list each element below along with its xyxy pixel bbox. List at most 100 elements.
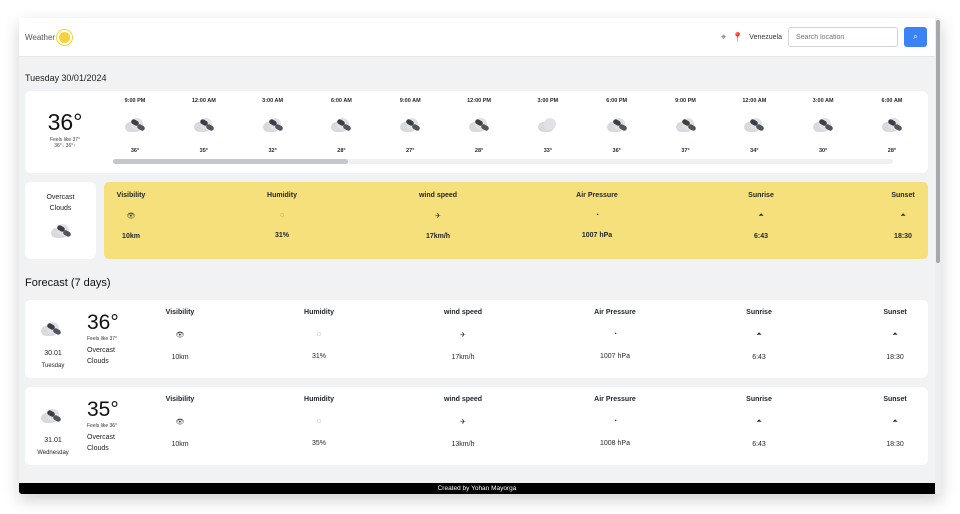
- forecast-date: 30.01: [44, 350, 62, 357]
- hourly-time: 12:00 AM: [191, 98, 216, 104]
- gauge-icon: ◔: [594, 212, 600, 219]
- hourly-scrollbar-thumb[interactable]: [113, 159, 348, 164]
- detail-label: Sunrise: [746, 396, 772, 403]
- forecast-detail-pressure: Air Pressure ◔ 1007 hPa: [585, 300, 645, 378]
- page-scrollbar-thumb[interactable]: [936, 20, 940, 263]
- hourly-scrollbar[interactable]: [113, 159, 893, 164]
- hourly-time: 6:00 AM: [330, 98, 352, 104]
- forecast-detail-visibility: Visibility 👁 10km: [165, 300, 195, 378]
- gauge-icon: ◔: [612, 418, 618, 425]
- cloud-icon: [398, 116, 422, 134]
- detail-label: Air Pressure: [594, 396, 636, 403]
- detail-value: 1007 hPa: [581, 232, 613, 239]
- hourly-time: 9:00 PM: [124, 98, 146, 104]
- forecast-condition-line1: Overcast: [87, 434, 116, 441]
- detail-value: 17km/h: [425, 233, 451, 240]
- cloud-icon: [811, 116, 835, 134]
- forecast-detail-wind: wind speed ✈ 13km/h: [433, 387, 493, 465]
- sunrise-icon: ⏶: [756, 418, 762, 425]
- forecast-heading: Forecast (7 days): [25, 277, 111, 289]
- detail-wind: wind speed ✈ 17km/h: [408, 182, 468, 259]
- crosshair-icon[interactable]: ⌖: [721, 32, 726, 43]
- forecast-condition-line2: Clouds: [87, 358, 109, 365]
- forecast-condition-line2: Clouds: [87, 445, 109, 452]
- detail-value: 6:43: [752, 354, 766, 361]
- hourly-temp: 30°: [818, 148, 828, 154]
- detail-sunrise: Sunrise ⏶ 6:43: [741, 182, 781, 259]
- search-input[interactable]: [788, 27, 898, 47]
- cloud-icon: [39, 407, 63, 425]
- cloud-icon: [329, 116, 353, 134]
- app-window: Weather ⌖ 📍 Venezuela ⌕ Tuesday 30/01/20…: [19, 18, 941, 494]
- hourly-card: 36° Feels like 37° 36°↓ 36°↑ 9:00 PM 36° 1…: [25, 91, 928, 173]
- detail-value: 1008 hPa: [600, 440, 630, 447]
- page-scrollbar[interactable]: [935, 18, 941, 494]
- brand[interactable]: Weather: [25, 32, 71, 43]
- wind-icon: ✈: [460, 332, 466, 339]
- detail-value: 1007 hPa: [600, 353, 630, 360]
- cloud-icon: [536, 116, 560, 134]
- hourly-time: 9:00 AM: [399, 98, 421, 104]
- sunset-icon: ⏶: [892, 418, 898, 425]
- sun-icon: [59, 32, 71, 43]
- hourly-time: 3:00 AM: [812, 98, 834, 104]
- gauge-icon: ◔: [612, 331, 618, 338]
- hourly-time: 6:00 PM: [606, 98, 628, 104]
- forecast-condition: Overcast Clouds: [87, 345, 115, 367]
- search-icon: ⌕: [913, 32, 918, 41]
- cloud-icon: [674, 116, 698, 134]
- hourly-time: 6:00 AM: [881, 98, 903, 104]
- detail-label: Visibility: [165, 396, 195, 403]
- current-date: Tuesday 30/01/2024: [25, 73, 106, 83]
- detail-value: 10km: [171, 441, 189, 448]
- forecast-detail-wind: wind speed ✈ 17km/h: [433, 300, 493, 378]
- current-range: 36°↓ 36°↑: [54, 143, 76, 149]
- eye-icon: 👁: [175, 419, 185, 426]
- droplet-icon: ◌: [316, 418, 322, 425]
- details-panel: Visibility 👁 10km Humidity ◌ 31% wind sp…: [104, 182, 928, 259]
- hourly-temp: 37°: [681, 148, 690, 154]
- detail-label: wind speed: [418, 192, 458, 199]
- detail-label: Humidity: [304, 396, 334, 403]
- forecast-condition: Overcast Clouds: [87, 432, 115, 454]
- droplet-icon: ◌: [279, 212, 285, 219]
- detail-pressure: Air Pressure ◔ 1007 hPa: [567, 182, 627, 259]
- hourly-temp: 28°: [474, 148, 484, 154]
- cloud-icon: [880, 116, 904, 134]
- forecast-row[interactable]: 31.01 Wednesday 35° Feels like 36° Overcast C…: [25, 387, 928, 465]
- hourly-temp: 36°: [612, 148, 621, 154]
- forecast-feels-like: Feels like 37°: [87, 336, 118, 342]
- current-date-value: 30/01/2024: [61, 73, 107, 83]
- detail-value: 18:30: [886, 441, 904, 448]
- forecast-day: Wednesday: [37, 450, 69, 456]
- current-country: Venezuela: [749, 33, 782, 41]
- forecast-temp: 35°: [87, 398, 119, 421]
- hourly-temp: 28°: [887, 148, 897, 154]
- wind-icon: ✈: [435, 213, 441, 220]
- detail-value: 35%: [311, 440, 326, 447]
- forecast-feels-like: Feels like 36°: [87, 423, 118, 429]
- sunrise-icon: ⏶: [756, 331, 762, 338]
- hourly-temp: 32°: [268, 148, 277, 154]
- brand-name: Weather: [25, 33, 56, 42]
- cloud-icon: [467, 116, 491, 134]
- sunrise-icon: ⏶: [758, 212, 764, 219]
- eye-icon: 👁: [175, 332, 185, 339]
- forecast-detail-visibility: Visibility 👁 10km: [165, 387, 195, 465]
- current-weather: 36° Feels like 37° 36°↓ 36°↑: [25, 109, 105, 149]
- detail-label: wind speed: [443, 396, 483, 403]
- detail-label: Sunset: [883, 309, 907, 316]
- detail-label: Visibility: [116, 192, 146, 199]
- forecast-row[interactable]: 30.01 Tuesday 36° Feels like 37° Overcast Clo…: [25, 300, 928, 378]
- sunset-icon: ⏶: [892, 331, 898, 338]
- condition-line2: Clouds: [49, 205, 72, 212]
- detail-label: Air Pressure: [594, 309, 636, 316]
- search-button[interactable]: ⌕: [904, 27, 927, 47]
- forecast-date: 31.01: [44, 437, 62, 444]
- hourly-temp: 36°: [130, 148, 140, 154]
- forecast-day: Tuesday: [41, 363, 65, 369]
- eye-icon: 👁: [126, 213, 136, 220]
- detail-value: 6:43: [752, 441, 766, 448]
- detail-sunset: Sunset ⏶ 18:30: [885, 182, 921, 259]
- forecast-detail-pressure: Air Pressure ◔ 1008 hPa: [585, 387, 645, 465]
